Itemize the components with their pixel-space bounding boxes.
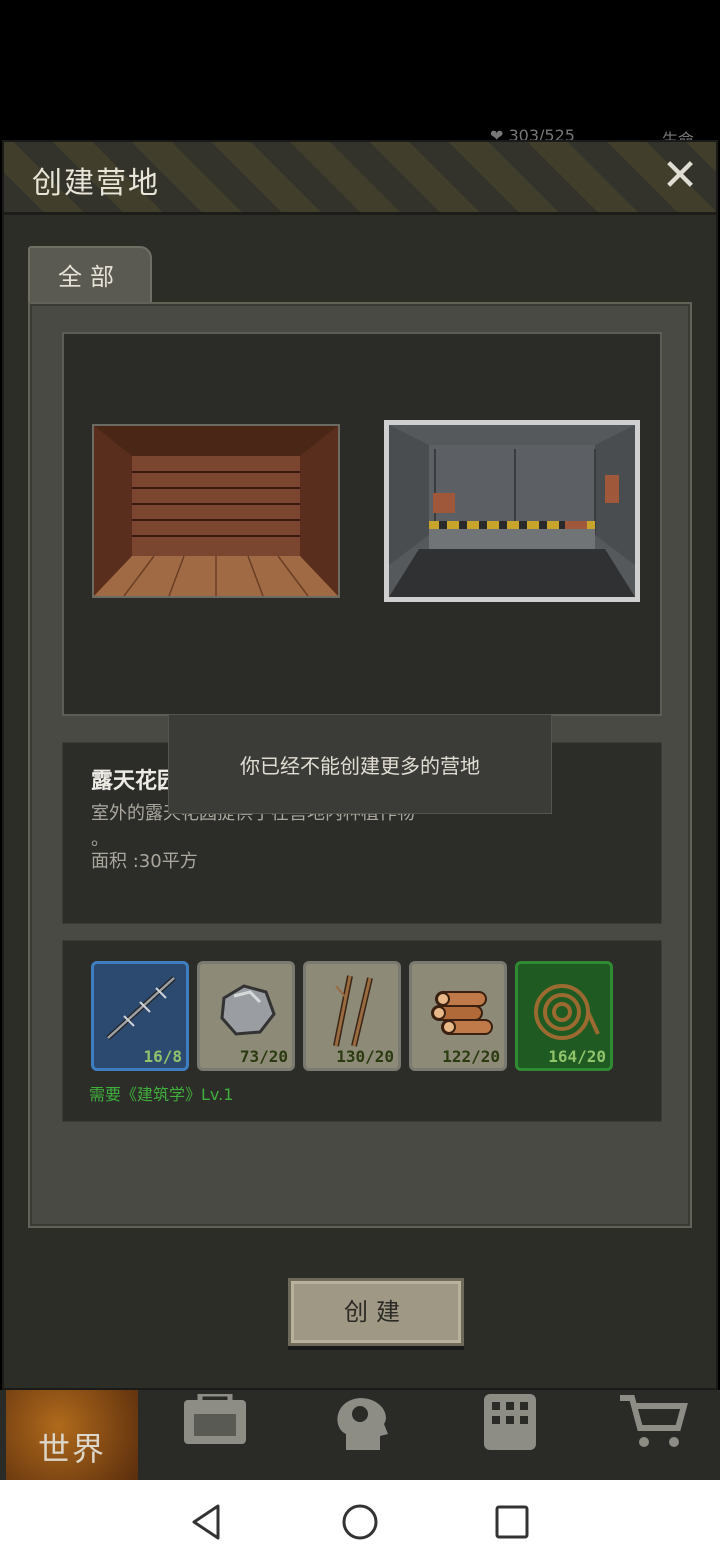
- fenced-garden-option[interactable]: [384, 420, 640, 602]
- cart-icon[interactable]: [618, 1394, 688, 1454]
- resource-count: 122/20: [442, 1047, 500, 1066]
- recent-apps-icon[interactable]: [492, 1502, 532, 1542]
- resource-count: 130/20: [336, 1047, 394, 1066]
- rope-coil-icon: [534, 984, 600, 1040]
- close-icon[interactable]: ✕: [658, 154, 702, 198]
- home-icon[interactable]: [340, 1502, 380, 1542]
- camp-preview-area: [62, 332, 662, 716]
- bottom-nav: 世界: [0, 1390, 720, 1480]
- item-area: 面积 :30平方: [91, 851, 198, 872]
- logs-icon: [431, 991, 493, 1035]
- tab-all[interactable]: 全部: [28, 246, 152, 304]
- resource-count: 16/8: [143, 1047, 182, 1066]
- barbed-wire-icon: [106, 976, 176, 1040]
- resource-requirements: 16/8 73/20 130/20 122/20 164/20 需要《建筑学》L…: [62, 940, 662, 1122]
- resource-slot[interactable]: 16/8: [91, 961, 189, 1071]
- resource-slot[interactable]: 164/20: [515, 961, 613, 1071]
- head-gear-icon[interactable]: [326, 1394, 396, 1454]
- dialog-header: 创建营地 ✕: [4, 142, 716, 215]
- resource-count: 73/20: [239, 1047, 288, 1066]
- toast-message: 你已经不能创建更多的营地: [168, 714, 552, 814]
- wooden-room-option[interactable]: [92, 424, 340, 598]
- branches-icon: [333, 975, 373, 1047]
- resource-slot[interactable]: 122/20: [409, 961, 507, 1071]
- resource-slot[interactable]: 130/20: [303, 961, 401, 1071]
- back-icon[interactable]: [186, 1502, 226, 1542]
- phone-icon[interactable]: [476, 1394, 546, 1454]
- item-name: 露天花园: [91, 769, 180, 794]
- system-nav-bar: [0, 1480, 720, 1560]
- create-button[interactable]: 创建: [288, 1278, 464, 1346]
- skill-requirement: 需要《建筑学》Lv.1: [89, 1085, 234, 1104]
- dialog-title: 创建营地: [32, 166, 160, 201]
- resource-count: 164/20: [548, 1047, 606, 1066]
- backpack-icon[interactable]: [180, 1391, 250, 1454]
- stone-icon: [220, 984, 276, 1036]
- top-background: [0, 0, 720, 140]
- nav-world-tab[interactable]: 世界: [6, 1390, 138, 1480]
- resource-slot[interactable]: 73/20: [197, 961, 295, 1071]
